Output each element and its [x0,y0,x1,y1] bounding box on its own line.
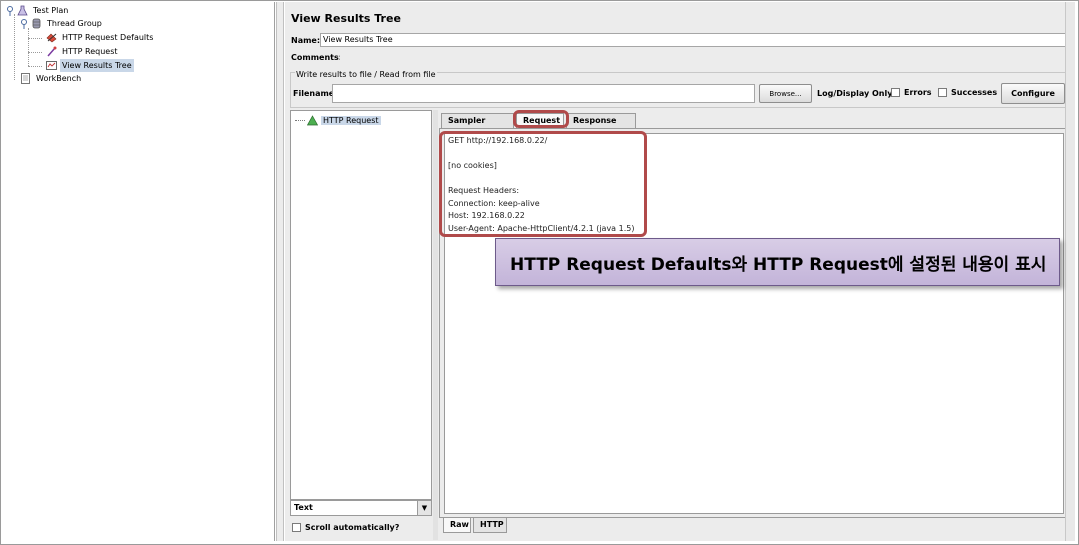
tree-item-label: Thread Group [47,19,102,28]
panel-scrollbar[interactable] [1065,2,1075,541]
scroll-auto-label: Scroll automatically? [305,523,400,532]
successes-checkbox[interactable]: Successes [938,88,997,97]
tree-item-workbench[interactable]: WorkBench [20,72,83,85]
tree-item-thread-group[interactable]: Thread Group [20,17,104,30]
write-results-legend: Write results to file / Read from file [295,70,437,79]
tree-item-label: HTTP Request [62,47,118,56]
tree-item-label: View Results Tree [60,59,134,72]
request-line: Connection: keep-alive [448,199,540,208]
tree-connector [28,28,29,66]
request-line: Request Headers: [448,186,520,195]
result-item-label: HTTP Request [321,116,381,125]
tab-raw[interactable]: Raw [443,518,471,533]
tree-item-view-results-tree[interactable]: View Results Tree [46,59,134,72]
tab-content: GET http://192.168.0.22/ [no cookies] Re… [439,128,1069,518]
listener-icon [46,60,57,71]
comments-label: Comments: [291,53,342,62]
request-text-area[interactable]: GET http://192.168.0.22/ [no cookies] Re… [444,133,1064,514]
tree-item-label: Test Plan [33,6,69,15]
config-element-icon [46,32,57,43]
errors-label: Errors [904,88,932,97]
sampler-icon [46,46,57,57]
checkbox-box[interactable] [938,88,947,97]
tree-item-http-request-defaults[interactable]: HTTP Request Defaults [46,31,155,44]
checkbox-box[interactable] [891,88,900,97]
filename-input[interactable] [332,84,755,103]
panel-title: View Results Tree [291,12,401,25]
name-field[interactable]: View Results Tree [320,33,1066,47]
checkbox-box[interactable] [292,523,301,532]
errors-checkbox[interactable]: Errors [891,88,932,97]
successes-label: Successes [951,88,998,97]
tree-connector [14,14,15,80]
browse-button[interactable]: Browse... [759,84,812,103]
tree-connector [28,38,42,39]
request-line: Host: 192.168.0.22 [448,211,525,220]
expand-toggle-icon[interactable] [6,5,14,16]
success-icon [306,115,319,126]
result-item-http-request[interactable]: HTTP Request [295,115,381,126]
scroll-auto-checkbox[interactable]: Scroll automatically? [292,523,399,532]
results-tabs: Sampler result Request Response data GET… [439,110,1069,537]
tree-connector [295,120,305,121]
request-line: [no cookies] [448,161,497,170]
renderer-select-value: Text [294,503,313,512]
tree-item-label: HTTP Request Defaults [62,33,154,42]
tab-response-data[interactable]: Response data [566,113,636,138]
tree-connector [28,52,42,53]
expand-toggle-icon[interactable] [20,18,28,29]
tree-item-test-plan[interactable]: Test Plan [6,4,70,17]
tab-http[interactable]: HTTP [473,518,507,533]
workbench-icon [20,73,31,84]
tree-connector [28,66,42,67]
filename-label: Filename [293,89,335,98]
tab-sampler-result[interactable]: Sampler result [441,113,514,138]
results-splitter[interactable] [433,110,438,540]
pane-splitter[interactable] [276,2,284,541]
tab-request[interactable]: Request [516,113,564,128]
thread-group-icon [31,18,42,29]
request-line: GET http://192.168.0.22/ [448,136,548,145]
configure-button[interactable]: Configure [1001,83,1065,104]
tree-item-http-request[interactable]: HTTP Request [46,45,120,58]
test-plan-tree[interactable]: Test Plan Thread Group HTTP Request Defa… [2,2,275,541]
annotation-callout: HTTP Request Defaults와 HTTP Request에 설정된… [495,238,1060,286]
callout-text: HTTP Request Defaults와 HTTP Request에 설정된… [510,254,1047,275]
request-line: User-Agent: Apache-HttpClient/4.2.1 (jav… [448,224,635,233]
name-label: Name: [291,36,321,45]
test-plan-icon [17,5,28,16]
result-tree[interactable]: HTTP Request [290,110,432,500]
comments-field[interactable] [340,50,1066,64]
tree-item-label: WorkBench [36,74,82,83]
renderer-select[interactable]: Text ▼ [290,500,432,516]
log-display-label: Log/Display Only: [817,89,896,98]
chevron-down-icon[interactable]: ▼ [417,501,431,515]
